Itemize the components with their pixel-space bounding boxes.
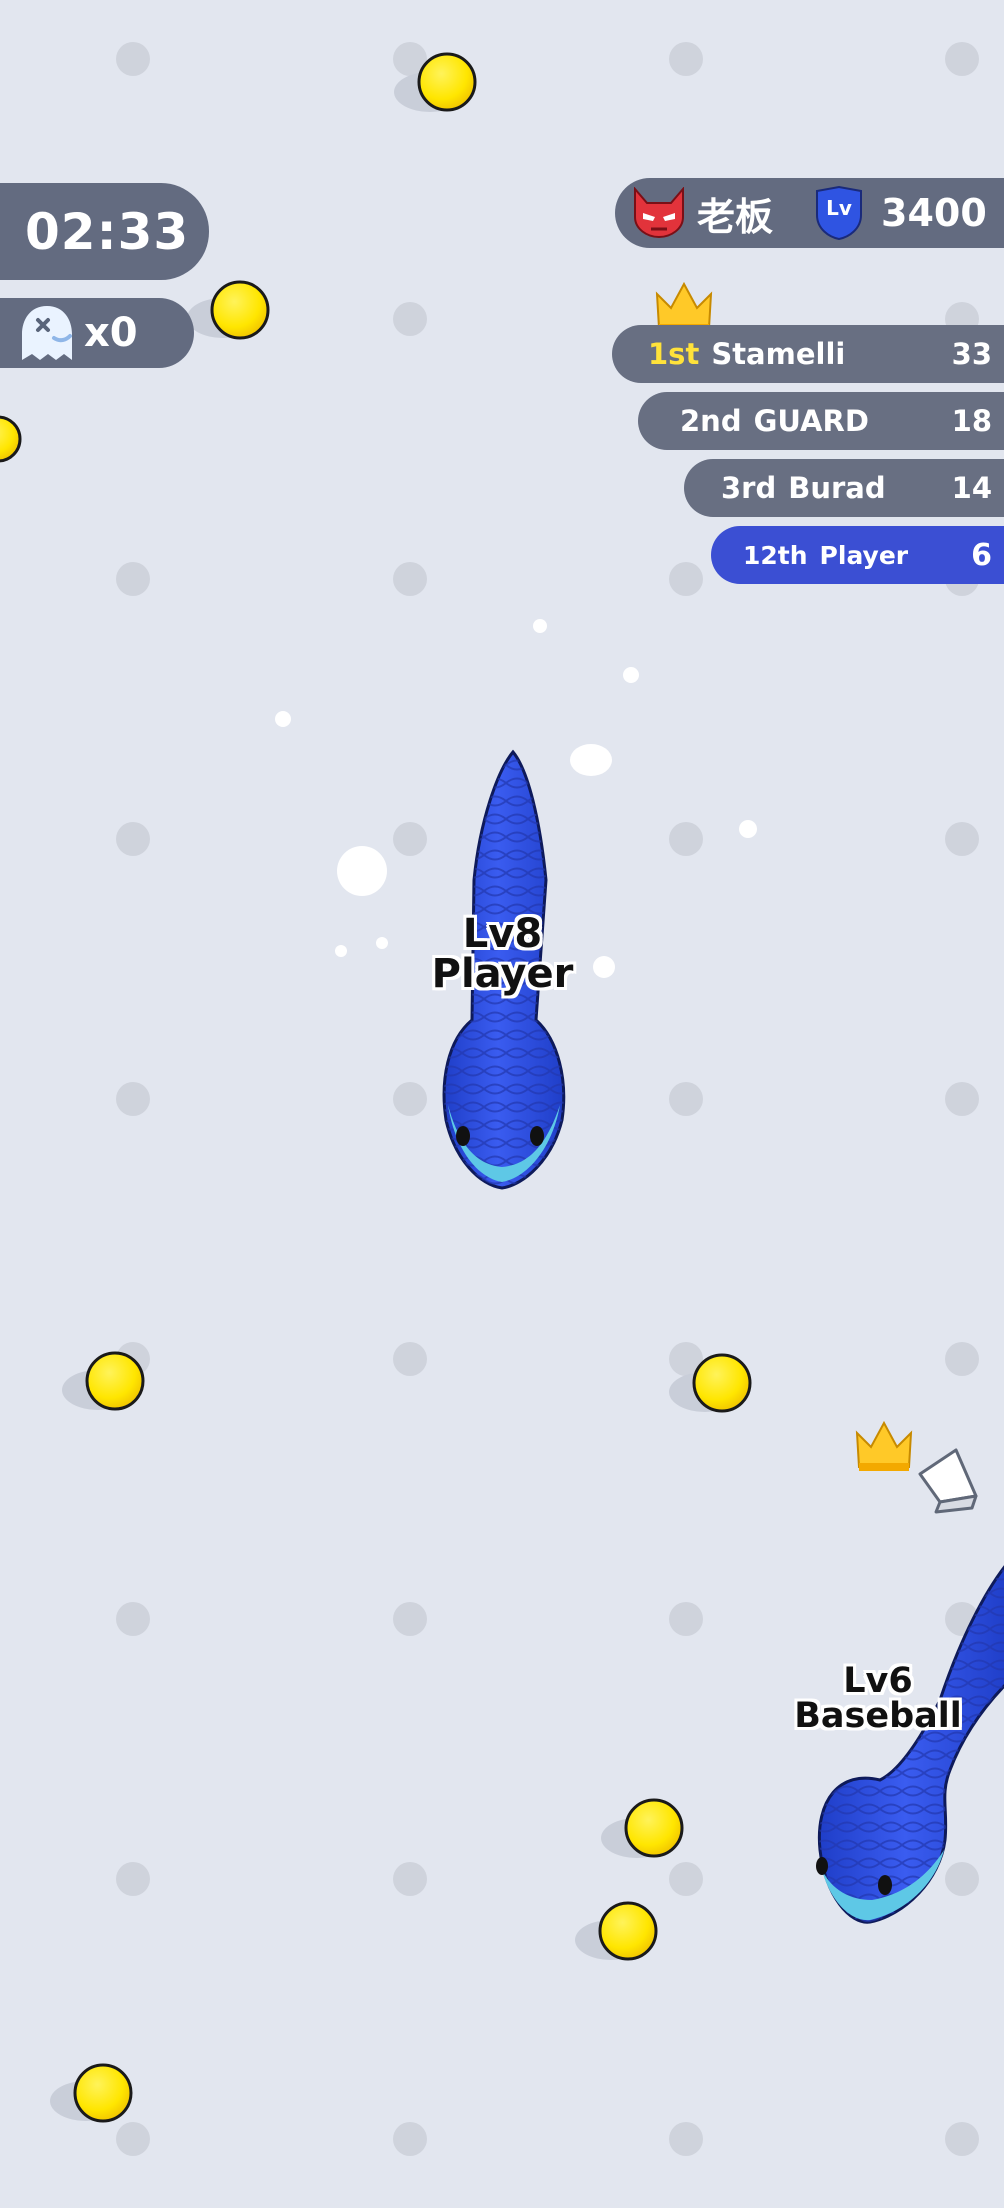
food-pellet bbox=[50, 2063, 133, 2123]
devil-mask-icon bbox=[634, 187, 684, 239]
shield-icon: Lv bbox=[816, 185, 863, 241]
food-pellet bbox=[0, 415, 22, 463]
kill-count-text: x0 bbox=[84, 310, 138, 356]
floor-dot bbox=[669, 2122, 703, 2156]
rank-position: 1st bbox=[648, 337, 700, 371]
player-snake-label: Lv8 Player bbox=[400, 914, 605, 994]
floor-dot bbox=[116, 1862, 150, 1896]
profile-bar: 老板 Lv 3400 bbox=[615, 178, 1004, 248]
rank-player-name: GUARD bbox=[753, 404, 869, 438]
floor-dot bbox=[669, 1602, 703, 1636]
rank-position: 3rd bbox=[721, 471, 777, 505]
floor-dot bbox=[945, 1082, 979, 1116]
floor-dot bbox=[393, 1862, 427, 1896]
game-field[interactable]: 02:33 x0 老板 Lv 3400 1st Stamelli 33 2nd … bbox=[0, 0, 1004, 2208]
floor-dot bbox=[945, 42, 979, 76]
rank-position: 12th bbox=[743, 540, 808, 570]
rank-player-name: Burad bbox=[788, 471, 886, 505]
floor-dot bbox=[393, 562, 427, 596]
player-name: Player bbox=[431, 951, 574, 997]
rank-position: 2nd bbox=[680, 404, 742, 438]
enemy-level: Lv6 bbox=[843, 1661, 913, 1701]
floor-dot bbox=[669, 42, 703, 76]
leaderboard-row: 2nd GUARD 18 bbox=[638, 392, 1004, 450]
match-timer: 02:33 bbox=[0, 183, 209, 280]
floor-dot bbox=[116, 1082, 150, 1116]
floor-dot bbox=[116, 42, 150, 76]
floor-dot bbox=[393, 1342, 427, 1376]
floor-dot bbox=[945, 1862, 979, 1896]
level-badge-text: Lv bbox=[826, 196, 852, 220]
timer-text: 02:33 bbox=[25, 202, 190, 261]
floor-dot bbox=[393, 302, 427, 336]
floor-dot bbox=[393, 1602, 427, 1636]
leaderboard-row: 3rd Burad 14 bbox=[684, 459, 1004, 517]
enemy-snake bbox=[816, 1565, 1004, 1924]
floor-dot bbox=[393, 2122, 427, 2156]
leaderboard-row-self: 12th Player 6 bbox=[711, 526, 1004, 584]
floor-dot bbox=[945, 2122, 979, 2156]
profile-score: 3400 bbox=[881, 191, 987, 235]
rank-player-name: Player bbox=[819, 540, 909, 570]
floor-dot bbox=[669, 822, 703, 856]
skull-ghost-icon bbox=[22, 306, 72, 360]
player-level: Lv8 bbox=[462, 911, 543, 957]
rank-player-name: Stamelli bbox=[711, 337, 846, 371]
floor-dot bbox=[116, 1602, 150, 1636]
crown-icon bbox=[855, 1420, 913, 1471]
floor-dot bbox=[393, 1082, 427, 1116]
floor-dot bbox=[116, 822, 150, 856]
floor-dot bbox=[116, 562, 150, 596]
food-pellet bbox=[575, 1901, 658, 1961]
rank-score: 14 bbox=[951, 471, 992, 505]
floor-dot bbox=[945, 1342, 979, 1376]
floor-dot bbox=[945, 822, 979, 856]
floor-dot bbox=[669, 562, 703, 596]
food-pellet bbox=[601, 1798, 684, 1858]
floor-dot bbox=[669, 1082, 703, 1116]
floor-dot bbox=[116, 2122, 150, 2156]
kill-counter: x0 bbox=[0, 298, 194, 368]
rank-score: 6 bbox=[971, 537, 992, 573]
enemy-name: Baseball bbox=[794, 1696, 962, 1736]
enemy-snake-label: Lv6 Baseball bbox=[783, 1664, 973, 1734]
rank-score: 18 bbox=[951, 404, 992, 438]
profile-name: 老板 bbox=[697, 194, 774, 239]
leaderboard-row: 1st Stamelli 33 bbox=[612, 325, 1004, 383]
floor-dot bbox=[669, 1862, 703, 1896]
rank-score: 33 bbox=[951, 337, 992, 371]
food-pellet bbox=[62, 1351, 145, 1411]
arrow-pointer-icon bbox=[918, 1448, 978, 1514]
floor-dot bbox=[393, 822, 427, 856]
food-pellet bbox=[187, 280, 270, 340]
